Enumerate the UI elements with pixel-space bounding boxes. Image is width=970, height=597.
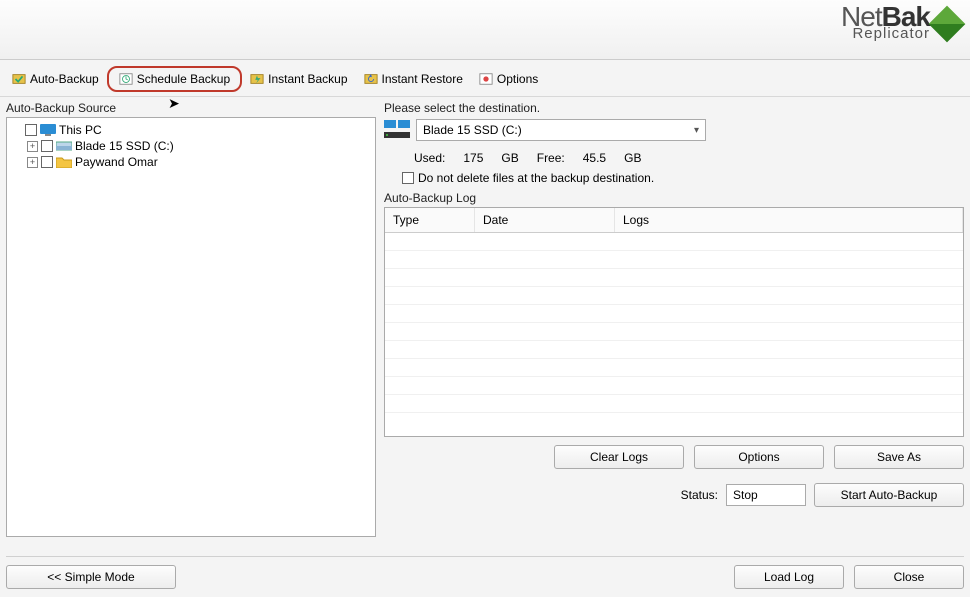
- status-value: Stop: [733, 488, 758, 502]
- free-value: 45.5: [583, 151, 606, 165]
- tab-instant-backup-label: Instant Backup: [268, 72, 347, 86]
- table-row: [385, 305, 963, 323]
- brand-logo: NetBak Replicator: [841, 4, 960, 41]
- log-options-button[interactable]: Options: [694, 445, 824, 469]
- tree-node-root[interactable]: This PC: [11, 122, 371, 138]
- start-auto-backup-button[interactable]: Start Auto-Backup: [814, 483, 964, 507]
- source-tree[interactable]: This PC + Blade 15 SSD (C:) +: [6, 117, 376, 537]
- simple-mode-button[interactable]: << Simple Mode: [6, 565, 176, 589]
- tab-schedule-backup-label: Schedule Backup: [137, 72, 230, 86]
- brand-subtitle: Replicator: [841, 27, 930, 41]
- free-label: Free:: [537, 151, 565, 165]
- status-value-box: Stop: [726, 484, 806, 506]
- log-table: Type Date Logs: [384, 207, 964, 437]
- tab-options-label: Options: [497, 72, 538, 86]
- table-row: [385, 395, 963, 413]
- tab-options[interactable]: Options: [471, 69, 546, 89]
- used-value: 175: [463, 151, 483, 165]
- free-unit: GB: [624, 151, 641, 165]
- source-panel-label: Auto-Backup Source: [6, 101, 376, 115]
- tab-auto-backup[interactable]: Auto-Backup: [4, 69, 107, 89]
- brand-diamond-icon: [929, 6, 966, 43]
- tree-node-user-label: Paywand Omar: [75, 155, 158, 169]
- table-row: [385, 323, 963, 341]
- tree-node-drive-label: Blade 15 SSD (C:): [75, 139, 174, 153]
- log-col-logs[interactable]: Logs: [615, 208, 963, 232]
- load-log-button[interactable]: Load Log: [734, 565, 844, 589]
- used-unit: GB: [501, 151, 518, 165]
- table-row: [385, 251, 963, 269]
- dont-delete-checkbox[interactable]: [402, 172, 414, 184]
- status-label: Status:: [681, 488, 718, 502]
- log-table-header: Type Date Logs: [385, 208, 963, 233]
- tab-schedule-backup[interactable]: Schedule Backup: [107, 66, 242, 92]
- header: NetBak Replicator: [0, 0, 970, 60]
- table-row: [385, 287, 963, 305]
- table-row: [385, 359, 963, 377]
- save-as-button[interactable]: Save As: [834, 445, 964, 469]
- instant-restore-icon: [364, 72, 378, 86]
- table-row: [385, 269, 963, 287]
- log-col-type[interactable]: Type: [385, 208, 475, 232]
- expander-user[interactable]: +: [27, 157, 38, 168]
- tab-instant-restore-label: Instant Restore: [382, 72, 463, 86]
- auto-backup-icon: [12, 72, 26, 86]
- checkbox-root[interactable]: [25, 124, 37, 136]
- pc-icon: [40, 124, 56, 136]
- checkbox-user[interactable]: [41, 156, 53, 168]
- clear-logs-button[interactable]: Clear Logs: [554, 445, 684, 469]
- main-toolbar: Auto-Backup Schedule Backup Instant Back…: [0, 60, 970, 97]
- tree-node-root-label: This PC: [59, 123, 102, 137]
- tab-instant-restore[interactable]: Instant Restore: [356, 69, 471, 89]
- tab-instant-backup[interactable]: Instant Backup: [242, 69, 355, 89]
- destination-select[interactable]: Blade 15 SSD (C:) ▾: [416, 119, 706, 141]
- expander-blank: [11, 125, 22, 136]
- log-table-body: [385, 233, 963, 435]
- storage-stats: Used: 175 GB Free: 45.5 GB: [384, 149, 964, 171]
- log-col-date[interactable]: Date: [475, 208, 615, 232]
- instant-backup-icon: [250, 72, 264, 86]
- tree-node-drive[interactable]: + Blade 15 SSD (C:): [27, 138, 371, 154]
- destination-prompt: Please select the destination.: [384, 101, 964, 115]
- schedule-backup-icon: [119, 72, 133, 86]
- destination-drive-icon: [384, 120, 410, 140]
- destination-select-value: Blade 15 SSD (C:): [423, 123, 522, 137]
- expander-drive[interactable]: +: [27, 141, 38, 152]
- table-row: [385, 377, 963, 395]
- options-icon: [479, 72, 493, 86]
- log-panel-label: Auto-Backup Log: [384, 191, 964, 205]
- close-button[interactable]: Close: [854, 565, 964, 589]
- tree-node-user[interactable]: + Paywand Omar: [27, 154, 371, 170]
- tab-auto-backup-label: Auto-Backup: [30, 72, 99, 86]
- checkbox-drive[interactable]: [41, 140, 53, 152]
- table-row: [385, 233, 963, 251]
- folder-icon: [56, 156, 72, 168]
- dont-delete-label: Do not delete files at the backup destin…: [418, 171, 654, 185]
- drive-icon: [56, 140, 72, 152]
- used-label: Used:: [414, 151, 445, 165]
- chevron-down-icon: ▾: [694, 125, 699, 136]
- table-row: [385, 341, 963, 359]
